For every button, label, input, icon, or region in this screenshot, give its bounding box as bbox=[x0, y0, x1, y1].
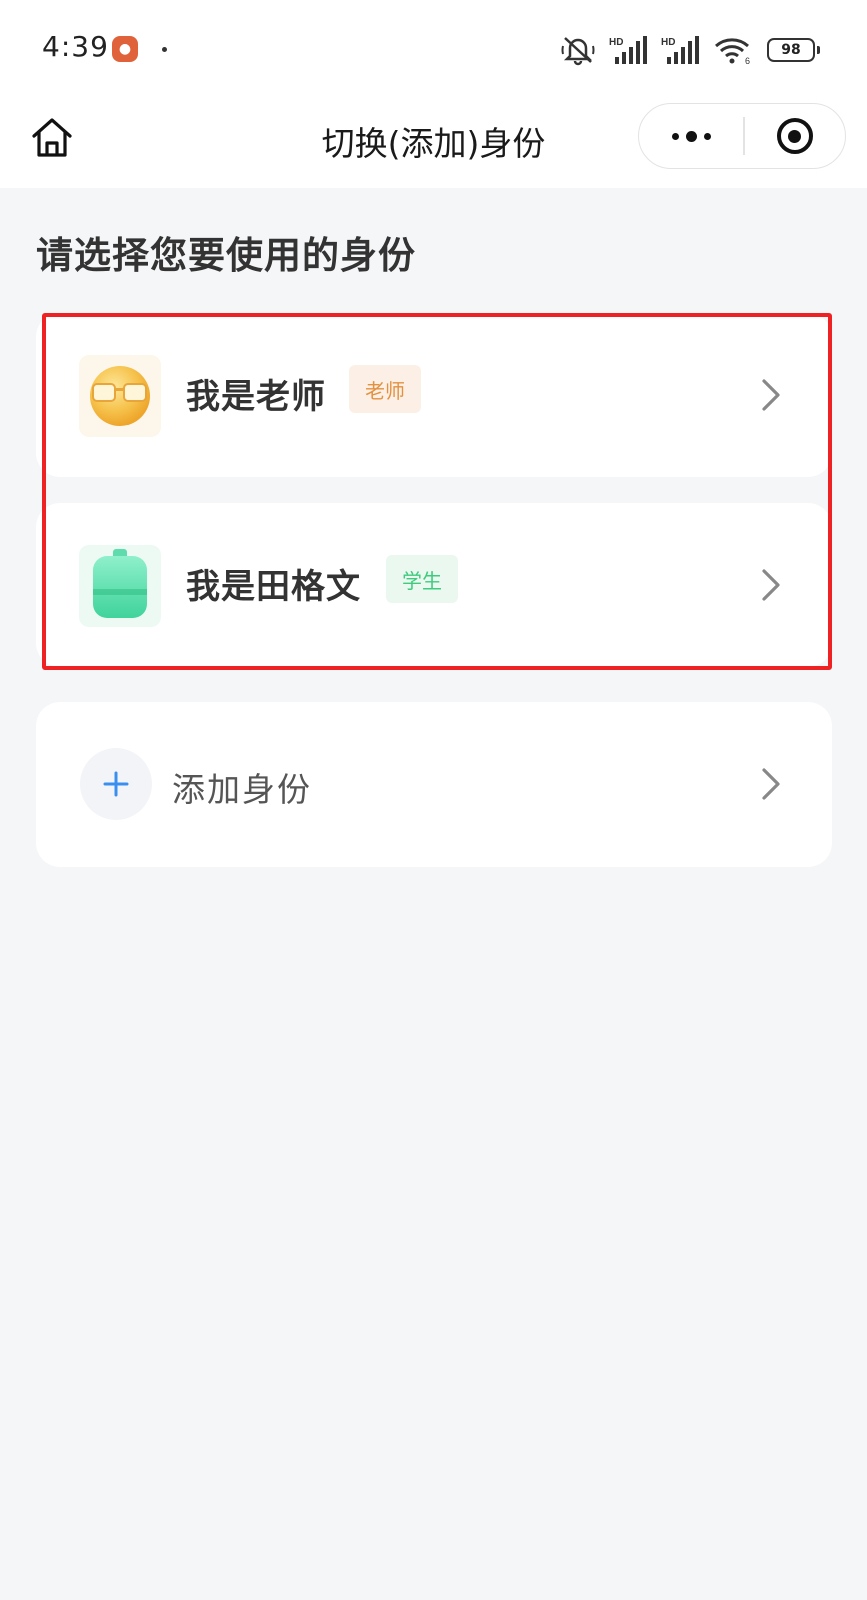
role-badge-student: 学生 bbox=[386, 555, 458, 603]
role-badge-teacher: 老师 bbox=[349, 365, 421, 413]
miniapp-capsule bbox=[638, 103, 846, 169]
identity-name: 我是老师 bbox=[186, 377, 326, 417]
status-bar: 4:39 ● HD HD 6 98 bbox=[0, 0, 867, 95]
identity-card-student[interactable]: 我是田格文 学生 bbox=[36, 503, 832, 667]
add-identity-label: 添加身份 bbox=[172, 770, 312, 809]
mic-recording-icon: ● bbox=[112, 36, 138, 62]
plus-icon bbox=[103, 771, 129, 797]
more-dots-icon bbox=[671, 132, 679, 140]
chevron-right-icon bbox=[762, 379, 780, 411]
signal-1-icon: HD bbox=[609, 36, 647, 64]
add-identity-card[interactable]: 添加身份 bbox=[36, 702, 832, 867]
nav-bar: 切换(添加)身份 bbox=[0, 95, 867, 188]
battery-level: 98 bbox=[781, 42, 801, 58]
status-icons: HD HD 6 98 bbox=[561, 32, 820, 68]
more-dots-icon-center bbox=[685, 130, 697, 142]
wifi-sub-label: 6 bbox=[745, 56, 750, 65]
target-circle-core bbox=[788, 129, 802, 143]
notification-dot-icon bbox=[162, 47, 167, 52]
signal-2-icon: HD bbox=[661, 36, 699, 64]
teacher-sunglasses-avatar-icon bbox=[79, 355, 161, 437]
chevron-right-icon bbox=[762, 569, 780, 601]
chevron-right-icon bbox=[762, 768, 780, 800]
signal-2-label: HD bbox=[661, 37, 675, 48]
close-button[interactable] bbox=[745, 104, 846, 168]
section-title: 请选择您要使用的身份 bbox=[36, 234, 416, 277]
student-backpack-avatar-icon bbox=[79, 545, 161, 627]
identity-card-teacher[interactable]: 我是老师 老师 bbox=[36, 313, 832, 477]
wifi-icon: 6 bbox=[715, 38, 750, 65]
signal-1-label: HD bbox=[609, 37, 623, 48]
add-identity-button[interactable] bbox=[80, 748, 152, 820]
mute-bell-icon bbox=[561, 37, 595, 66]
target-circle-icon bbox=[776, 118, 813, 154]
status-time: 4:39 bbox=[42, 30, 109, 63]
battery-icon: 98 bbox=[767, 38, 820, 62]
more-button[interactable] bbox=[639, 104, 743, 168]
more-dots-icon-right bbox=[703, 132, 711, 140]
identity-name: 我是田格文 bbox=[186, 567, 361, 607]
